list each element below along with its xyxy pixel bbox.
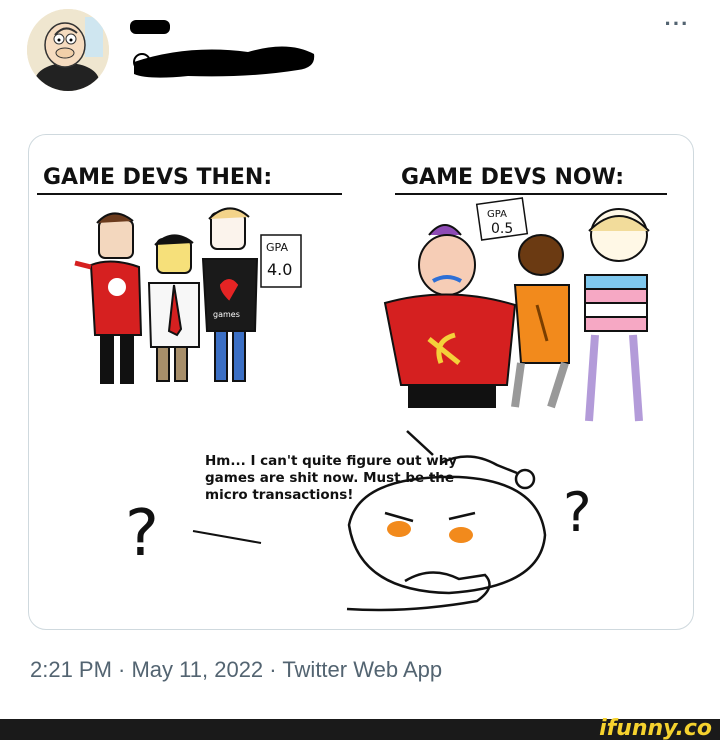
snoo-caption: Hm... I can't quite figure out why games… [205,453,458,503]
comic-illustration: GPA 4.0 games GPA 0.5 ? ? [74,197,650,612]
more-options-icon[interactable]: ··· [662,13,692,38]
question-mark-right: ? [563,481,592,544]
gpa-now-label: GPA [487,209,507,220]
now-dev-red-commie [383,224,517,408]
gpa-then-label: GPA [266,241,288,254]
gpa-then-value: 4.0 [267,260,292,279]
shirt-text: games [213,310,240,319]
ifunny-watermark: ifunny.co [599,716,712,741]
question-mark-left: ? [125,497,159,571]
then-dev-red-shirt [74,212,143,384]
speech-pointer-line [192,530,262,544]
now-dev-trans-flag [584,208,650,422]
then-dev-white-shirt [147,234,200,382]
then-dev-black-shirt [201,207,259,382]
avatar[interactable] [27,9,109,91]
gpa-now-value: 0.5 [491,221,513,237]
tweet-timestamp-source[interactable]: 2:21 PM · May 11, 2022 · Twitter Web App [30,657,442,683]
now-dev-orange [511,234,570,409]
tweet-media-card[interactable]: GAME DEVS THEN: GAME DEVS NOW: GPA 4.0 g… [28,134,694,630]
redacted-username [130,20,315,78]
avatar-image [27,9,109,91]
